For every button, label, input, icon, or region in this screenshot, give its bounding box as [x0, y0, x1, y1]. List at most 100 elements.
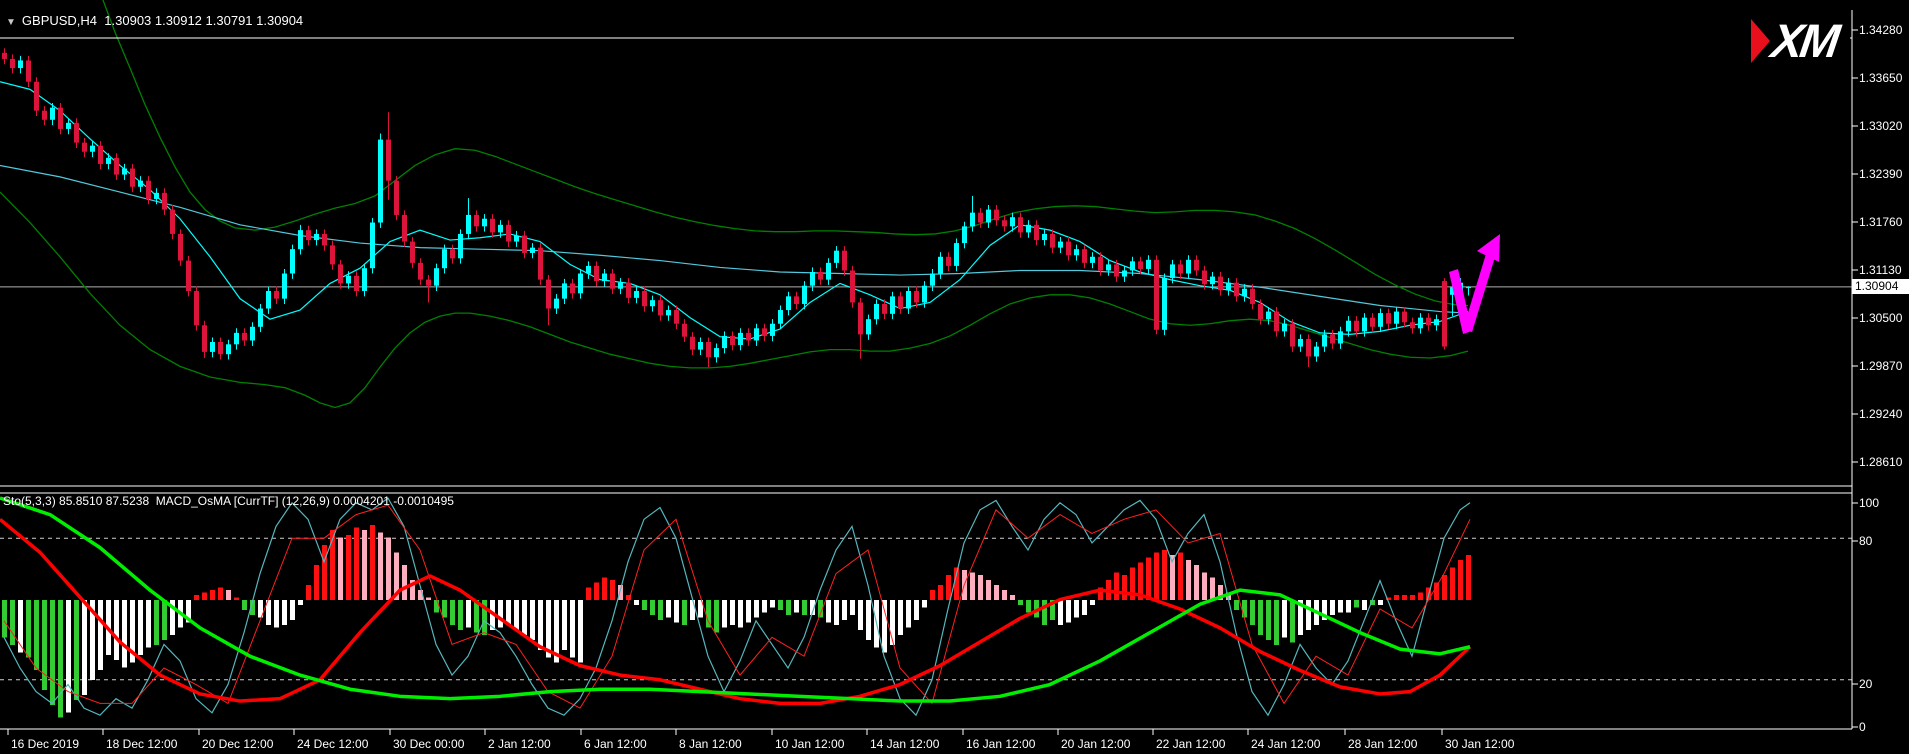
date-label: 28 Jan 12:00 — [1348, 737, 1417, 751]
osma-bar — [1146, 558, 1151, 601]
candle-body — [26, 60, 31, 81]
candle-body — [482, 219, 487, 227]
candle-body — [1418, 318, 1423, 329]
candle-body — [1242, 289, 1247, 297]
candle-body — [1282, 324, 1287, 332]
osma-bar — [1010, 595, 1015, 600]
candle-body — [754, 328, 759, 340]
candle-body — [610, 274, 615, 289]
osma-bar — [1194, 565, 1199, 600]
candle-body — [1146, 260, 1151, 269]
candle-body — [914, 291, 919, 302]
xm-logo-text: XM — [1767, 11, 1840, 71]
mt4-chart-window: ▼GBPUSD,H4 1.30903 1.30912 1.30791 1.309… — [0, 0, 1909, 754]
ma-fast-line — [0, 82, 1468, 339]
osma-bar — [162, 600, 167, 640]
candle-body — [626, 283, 631, 298]
chart-canvas[interactable] — [0, 0, 1909, 754]
candle-body — [1218, 277, 1223, 291]
candle-body — [306, 230, 311, 240]
osma-bar — [650, 600, 655, 615]
candle-body — [1122, 270, 1127, 276]
osma-bar — [378, 533, 383, 601]
candle-body — [522, 235, 527, 253]
osma-bar — [714, 600, 719, 633]
candle-body — [842, 251, 847, 271]
candle-body — [74, 123, 79, 143]
date-label: 20 Jan 12:00 — [1061, 737, 1130, 751]
candle-body — [258, 309, 263, 327]
osma-bar — [1258, 600, 1263, 635]
close-value: 1.30904 — [256, 13, 303, 28]
candle-body — [1186, 260, 1191, 274]
candle-body — [1058, 242, 1063, 248]
candle-body — [506, 225, 511, 242]
low-value: 1.30791 — [206, 13, 253, 28]
candle-body — [1130, 261, 1135, 270]
candle-body — [834, 251, 839, 263]
bollinger-upper-band — [100, 0, 1468, 305]
candle-body — [1378, 313, 1383, 327]
osma-bar — [274, 600, 279, 628]
candle-body — [290, 249, 295, 273]
osma-bar — [1282, 600, 1287, 638]
high-value: 1.30912 — [155, 13, 202, 28]
osma-bar — [1162, 550, 1167, 600]
candle-body — [2, 53, 7, 59]
trend-arrow[interactable] — [1463, 254, 1495, 332]
osma-bar — [946, 575, 951, 600]
candle-body — [730, 336, 735, 345]
candle-body — [946, 257, 951, 266]
candle-body — [282, 274, 287, 299]
indicator-axis-label: 80 — [1859, 534, 1872, 548]
candle-body — [882, 304, 887, 314]
candle-body — [82, 143, 87, 152]
candle-body — [466, 215, 471, 234]
candle-body — [930, 274, 935, 286]
osma-bar — [538, 600, 543, 650]
candle-body — [242, 333, 247, 341]
candle-body — [690, 337, 695, 350]
osma-bar — [98, 600, 103, 670]
price-axis-label: 1.29870 — [1859, 359, 1902, 373]
osma-bar — [1346, 600, 1351, 613]
candle-body — [450, 249, 455, 258]
osma-bar — [1418, 593, 1423, 601]
candle-body — [338, 264, 343, 283]
candle-body — [850, 270, 855, 302]
candle-body — [1098, 257, 1103, 271]
osma-bar — [226, 590, 231, 600]
date-label: 8 Jan 12:00 — [679, 737, 742, 751]
candle-body — [154, 193, 159, 199]
osma-bar — [1042, 600, 1047, 625]
candle-body — [1386, 313, 1391, 324]
candle-body — [1210, 277, 1215, 285]
candle-body — [98, 146, 103, 164]
candle-body — [658, 300, 663, 315]
candle-body — [1010, 217, 1015, 226]
candle-body — [66, 123, 71, 129]
osma-bar — [58, 600, 63, 718]
candle-body — [1434, 319, 1439, 325]
osma-bar — [402, 565, 407, 600]
osma-bar — [746, 600, 751, 623]
candle-body — [130, 169, 135, 187]
candle-body — [554, 299, 559, 309]
candle-body — [218, 342, 223, 354]
osma-bar — [370, 525, 375, 600]
osma-bar — [930, 590, 935, 600]
candle-body — [1066, 242, 1071, 256]
osma-bar — [298, 600, 303, 605]
osma-bar — [1090, 600, 1095, 605]
osma-bar — [682, 600, 687, 625]
osma-bar — [890, 600, 895, 645]
current-price-tag: 1.30904 — [1852, 279, 1909, 294]
candle-body — [642, 291, 647, 306]
candle-body — [434, 268, 439, 286]
candle-body — [42, 111, 47, 120]
osma-bar — [290, 600, 295, 620]
candle-body — [10, 59, 15, 68]
candle-body — [810, 272, 815, 286]
osma-bar — [82, 600, 87, 695]
osma-bar — [194, 595, 199, 600]
